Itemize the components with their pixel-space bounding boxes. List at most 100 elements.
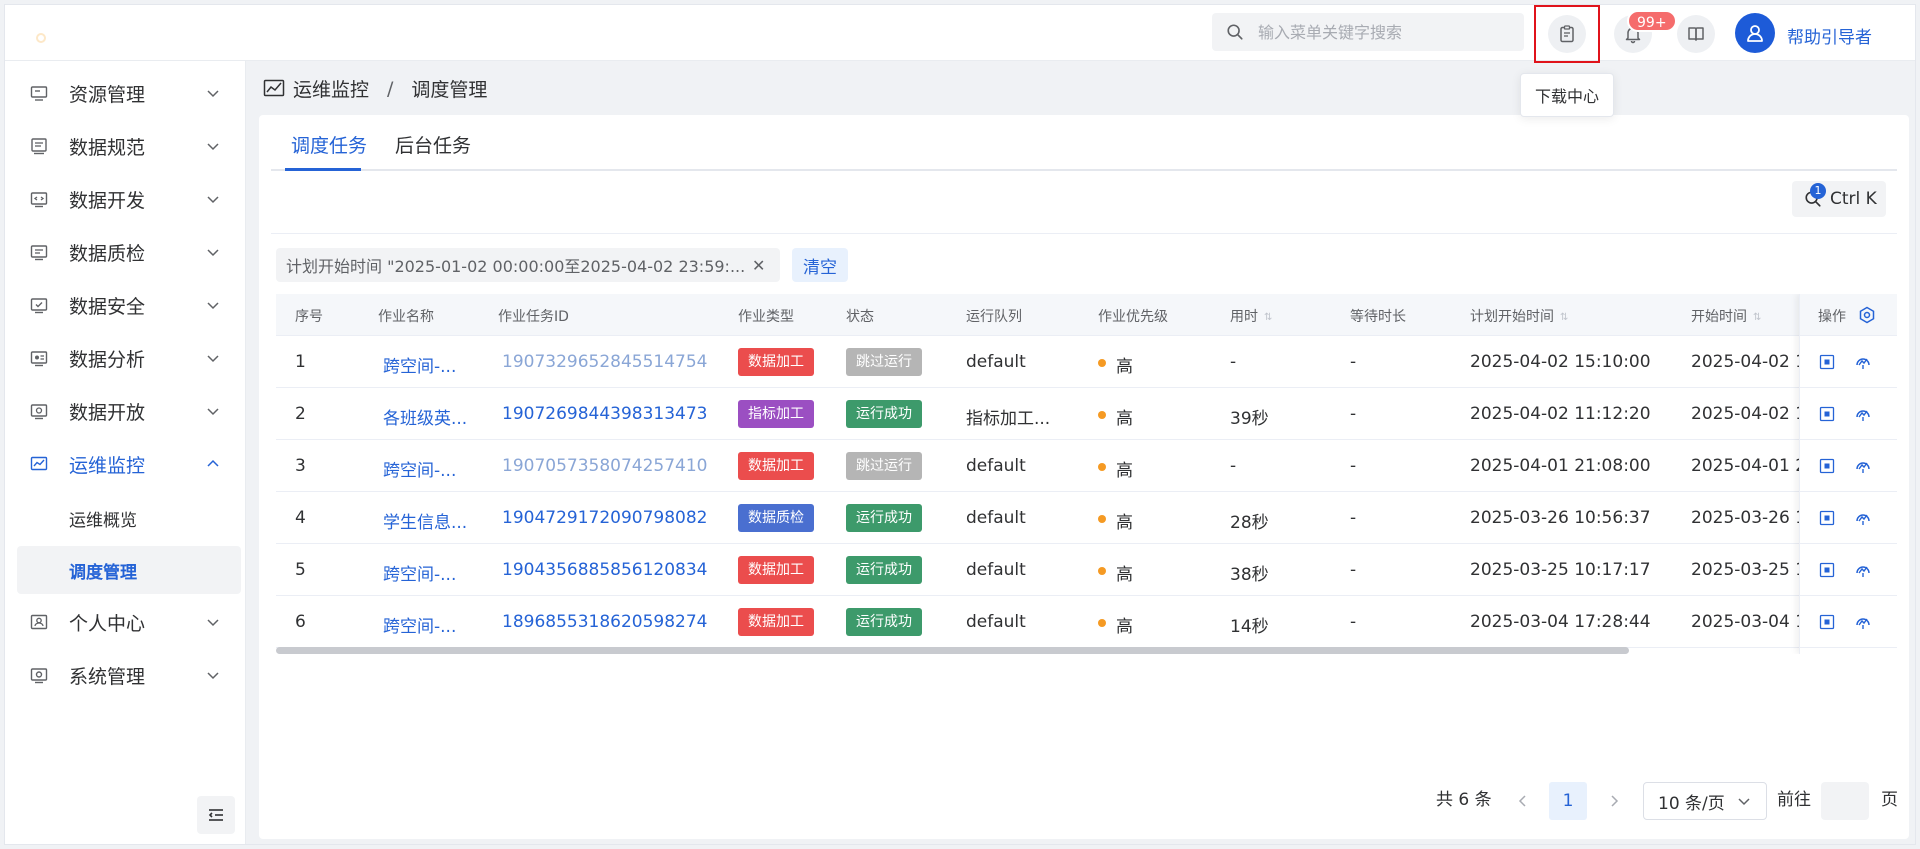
table-row: 6 跨空间-... 1896855318620598274 数据加工 运行成功 … (276, 596, 1897, 648)
view-detail-icon[interactable] (1818, 353, 1836, 371)
cell-plan-start: 2025-04-02 15:10:00 (1470, 352, 1651, 372)
sidebar-subitem-label: 调度管理 (69, 562, 137, 583)
cell-job-name[interactable]: 各班级英... (383, 404, 467, 429)
clear-filters-button[interactable]: 清空 (792, 248, 848, 282)
sidebar-item-develop[interactable]: 数据开发 (5, 173, 246, 225)
sidebar-item-system[interactable]: 系统管理 (5, 649, 246, 701)
cell-job-name[interactable]: 跨空间-... (383, 612, 456, 637)
chevron-down-icon (207, 672, 219, 680)
cell-task-id[interactable]: 1907057358074257410 (502, 456, 708, 476)
goto-label: 前往 (1777, 790, 1811, 810)
status-tag: 运行成功 (846, 400, 922, 428)
search-count-badge: 1 (1810, 183, 1826, 199)
cell-duration: 38秒 (1230, 565, 1269, 585)
menu-search-box[interactable] (1212, 13, 1524, 51)
chevron-down-icon (1738, 798, 1750, 806)
sidebar: 资源管理 数据规范 数据开发 数据质检 数据安全 数据分析 数据开放 运维监控 … (5, 61, 246, 844)
monitor-icon[interactable] (1854, 353, 1872, 371)
cell-duration: - (1230, 352, 1237, 372)
cell-start: 2025-04-01 2 (1691, 456, 1807, 476)
column-header-sortable[interactable]: 用时 ⇅ (1230, 306, 1272, 326)
tab-schedule-tasks[interactable]: 调度任务 (291, 131, 367, 158)
cell-task-id[interactable]: 1907329652845514754 (502, 352, 708, 372)
filter-chip[interactable]: 计划开始时间 "2025-01-02 00:00:00至2025-04-02 2… (276, 248, 780, 282)
operations-cell (1800, 492, 1897, 544)
cell-job-name[interactable]: 跨空间-... (383, 560, 456, 585)
settings-icon[interactable] (1858, 306, 1876, 324)
line-chart-icon (30, 456, 48, 471)
cell-start: 2025-03-26 1 (1691, 508, 1807, 528)
sidebar-item-quality[interactable]: 数据质检 (5, 226, 246, 278)
chevron-down-icon (207, 249, 219, 257)
docs-button[interactable] (1677, 15, 1715, 53)
column-header: 状态 (846, 309, 874, 325)
view-detail-icon[interactable] (1818, 509, 1836, 527)
sidebar-item-analysis[interactable]: 数据分析 (5, 332, 246, 384)
view-detail-icon[interactable] (1818, 457, 1836, 475)
cell-task-id[interactable]: 1896855318620598274 (502, 612, 708, 632)
chevron-right-icon[interactable] (1607, 794, 1621, 808)
cell-task-id[interactable]: 1907269844398313473 (502, 404, 708, 424)
sidebar-item-standard[interactable]: 数据规范 (5, 120, 246, 172)
close-icon[interactable]: ✕ (752, 256, 765, 275)
cell-task-id[interactable]: 1904729172090798082 (502, 508, 708, 528)
search-icon (1227, 24, 1243, 40)
user-avatar[interactable] (1735, 13, 1775, 53)
operations-cell (1800, 440, 1897, 492)
goto-page-input[interactable] (1821, 782, 1869, 820)
monitor-icon[interactable] (1854, 457, 1872, 475)
menu-search-input[interactable] (1258, 22, 1508, 42)
sidebar-item-label: 数据安全 (69, 295, 146, 318)
monitor-icon[interactable] (1854, 613, 1872, 631)
sidebar-item-personal[interactable]: 个人中心 (5, 596, 246, 648)
monitor-icon[interactable] (1854, 405, 1872, 423)
sidebar-item-resource[interactable]: 资源管理 (5, 67, 246, 119)
breadcrumb-parent[interactable]: 运维监控 (293, 75, 369, 102)
chevron-up-icon (207, 459, 219, 467)
document-icon (31, 138, 47, 155)
status-tag: 运行成功 (846, 504, 922, 532)
chevron-down-icon (207, 196, 219, 204)
monitor-icon[interactable] (1854, 561, 1872, 579)
cell-wait: - (1350, 560, 1357, 580)
cell-queue: 指标加工... (966, 409, 1051, 429)
help-guide-link[interactable]: 帮助引导者 (1787, 23, 1872, 48)
top-header: 99+ 帮助引导者 (5, 5, 1915, 63)
cell-plan-start: 2025-04-01 21:08:00 (1470, 456, 1651, 476)
sidebar-subitem-schedule[interactable]: 调度管理 (17, 546, 241, 594)
pagination-page[interactable]: 1 (1549, 782, 1587, 820)
share-icon (30, 404, 48, 420)
view-detail-icon[interactable] (1818, 405, 1836, 423)
cell-task-id[interactable]: 1904356885856120834 (502, 560, 708, 580)
table-row: 4 学生信息... 1904729172090798082 数据质检 运行成功 … (276, 492, 1897, 544)
monitor-icon[interactable] (1854, 509, 1872, 527)
cell-job-name[interactable]: 学生信息... (383, 508, 467, 533)
tab-background-tasks[interactable]: 后台任务 (395, 131, 471, 158)
main-panel: 调度任务 后台任务 1 Ctrl K 计划开始时间 "2025-01-02 00… (259, 115, 1909, 839)
view-detail-icon[interactable] (1818, 561, 1836, 579)
sidebar-item-security[interactable]: 数据安全 (5, 279, 246, 331)
cell-no: 6 (295, 612, 306, 632)
cell-queue: default (966, 352, 1026, 372)
cell-job-name[interactable]: 跨空间-... (383, 352, 456, 377)
sidebar-subitem-overview[interactable]: 运维概览 (17, 494, 241, 542)
column-header-sortable[interactable]: 开始时间 ⇅ (1691, 306, 1761, 326)
shield-check-icon (30, 298, 48, 314)
priority-dot (1098, 411, 1106, 419)
page-size-select[interactable]: 10 条/页 (1643, 782, 1767, 820)
chevron-left-icon[interactable] (1516, 794, 1530, 808)
sidebar-item-ops-monitor[interactable]: 运维监控 (5, 438, 246, 490)
breadcrumb-current: 调度管理 (411, 79, 488, 101)
operations-column: 操作 (1799, 294, 1897, 654)
cell-job-name[interactable]: 跨空间-... (383, 456, 456, 481)
server-icon (30, 86, 48, 101)
sidebar-item-open[interactable]: 数据开放 (5, 385, 246, 437)
horizontal-scrollbar[interactable] (276, 647, 1629, 654)
column-header-label: 用时 (1230, 309, 1258, 325)
priority-dot (1098, 567, 1106, 575)
view-detail-icon[interactable] (1818, 613, 1836, 631)
sidebar-collapse-button[interactable] (197, 796, 235, 834)
table-header: 序号 作业名称 作业任务ID 作业类型 状态 运行队列 作业优先级 用时 ⇅ 等待… (276, 294, 1897, 336)
search-ctrl-k-button[interactable]: 1 Ctrl K (1792, 181, 1886, 217)
column-header-sortable[interactable]: 计划开始时间 ⇅ (1470, 306, 1568, 326)
